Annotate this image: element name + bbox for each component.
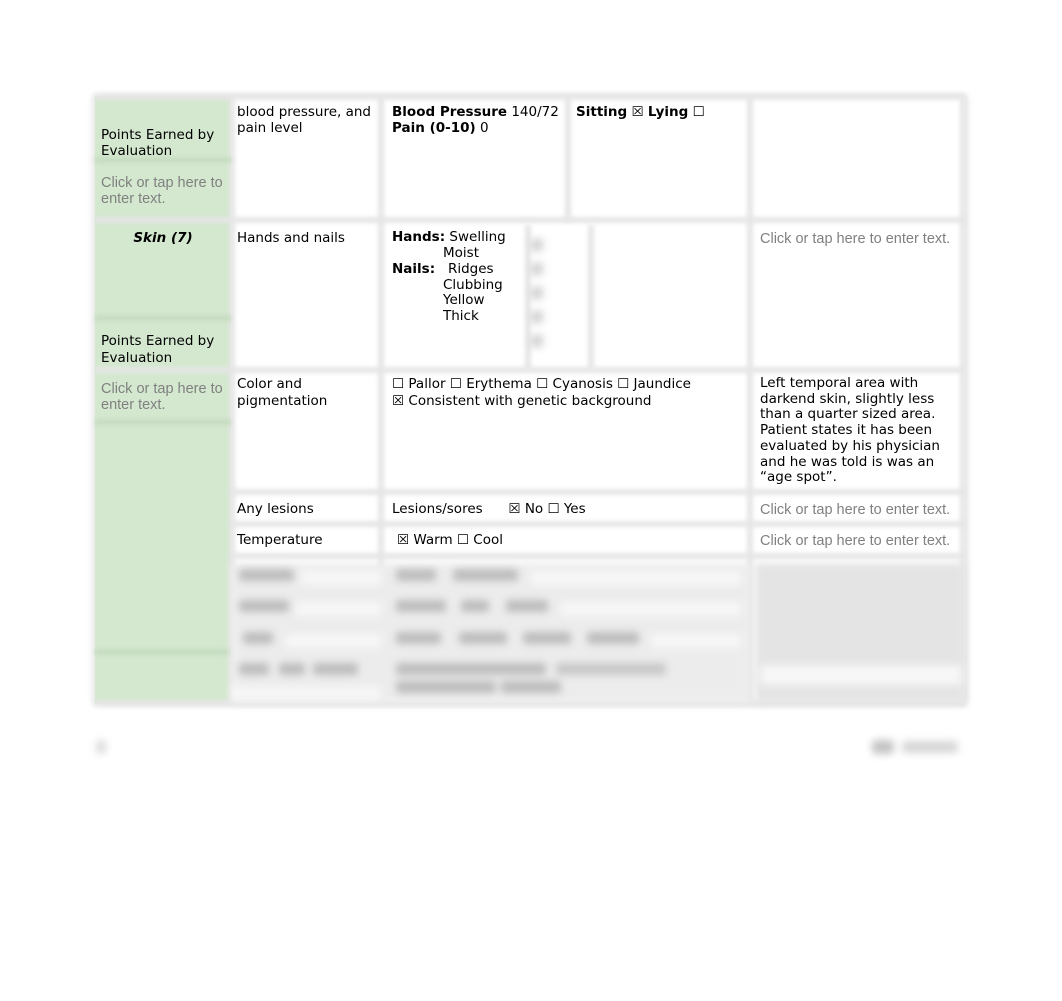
nails-item: Yellow bbox=[443, 292, 485, 308]
row-divider bbox=[95, 367, 965, 373]
lying-checkbox[interactable]: ☐ bbox=[693, 104, 705, 120]
temperature-options[interactable]: ☒ Warm ☐ Cool bbox=[391, 532, 751, 548]
hands-item: Moist bbox=[443, 244, 479, 261]
hands-label: Hands: bbox=[392, 229, 446, 245]
criteria-lesions: Any lesions bbox=[237, 501, 314, 517]
nails-item: Thick bbox=[443, 307, 479, 324]
lesions-comment-input[interactable]: Click or tap here to enter text. bbox=[754, 502, 964, 518]
nails-label: Nails: bbox=[392, 261, 436, 277]
criteria-vitals: blood pressure, and pain level bbox=[237, 104, 371, 136]
vitals-comment[interactable] bbox=[754, 104, 959, 204]
sitting-label: Sitting bbox=[576, 104, 628, 120]
footer-label bbox=[902, 741, 958, 753]
color-options-genetic[interactable]: ☒ Consistent with genetic background bbox=[392, 393, 740, 410]
row-divider bbox=[95, 315, 231, 321]
lesions-label: Lesions/sores bbox=[392, 501, 483, 517]
skin-points-input[interactable]: Click or tap here to enter text. bbox=[95, 381, 231, 413]
page-number bbox=[96, 740, 106, 754]
row-divider bbox=[95, 649, 231, 655]
hands-item: Swelling bbox=[449, 229, 506, 245]
row-divider bbox=[95, 419, 231, 425]
criteria-color: Color and pigmentation bbox=[237, 376, 328, 409]
row-divider bbox=[95, 217, 965, 223]
footer-logo bbox=[872, 740, 894, 754]
points-earned-label: Points Earned by Evaluation bbox=[101, 127, 215, 159]
points-earned-input[interactable]: Click or tap here to enter text. bbox=[95, 175, 231, 207]
blurred-rows bbox=[231, 557, 965, 703]
vitals-entry: Blood Pressure 140/72 Sitting ☒ Lying ☐ … bbox=[386, 104, 756, 136]
bp-label: Blood Pressure bbox=[392, 104, 508, 120]
color-comment[interactable]: Left temporal area with darkend skin, sl… bbox=[754, 375, 954, 486]
lesions-entry: Lesions/sores ☒ No ☐ Yes bbox=[386, 501, 746, 517]
column-divider bbox=[588, 225, 594, 369]
nails-item: Clubbing bbox=[443, 276, 503, 293]
row-divider bbox=[231, 489, 965, 495]
row-divider bbox=[95, 94, 965, 100]
hands-nails-comment-input[interactable]: Click or tap here to enter text. bbox=[754, 231, 964, 247]
color-options[interactable]: ☐ Pallor ☐ Erythema ☐ Cyanosis ☐ Jaundic… bbox=[392, 376, 740, 393]
temperature-comment-input[interactable]: Click or tap here to enter text. bbox=[754, 533, 964, 549]
sitting-checkbox[interactable]: ☒ bbox=[631, 104, 643, 120]
criteria-temperature: Temperature bbox=[237, 532, 323, 548]
bp-value[interactable]: 140/72 bbox=[511, 104, 559, 120]
lying-label: Lying bbox=[647, 104, 689, 120]
skin-points-label: Points Earned by Evaluation bbox=[101, 333, 215, 366]
lesions-options[interactable]: ☒ No ☐ Yes bbox=[508, 501, 585, 517]
pain-value[interactable]: 0 bbox=[480, 120, 489, 136]
hands-nails-checkbox-column[interactable] bbox=[527, 233, 587, 367]
nails-item: Ridges bbox=[447, 261, 494, 277]
hands-nails-entry: Hands: Swelling Moist Nails: Ridges Club… bbox=[386, 229, 526, 324]
row-divider bbox=[231, 521, 965, 527]
assessment-table: Points Earned by Evaluation Click or tap… bbox=[95, 94, 966, 706]
color-entry[interactable]: ☐ Pallor ☐ Erythema ☐ Cyanosis ☐ Jaundic… bbox=[386, 376, 746, 410]
criteria-hands-nails: Hands and nails bbox=[237, 230, 345, 246]
section-title-skin: Skin (7) bbox=[133, 230, 193, 246]
pain-label: Pain (0-10) bbox=[392, 120, 476, 136]
